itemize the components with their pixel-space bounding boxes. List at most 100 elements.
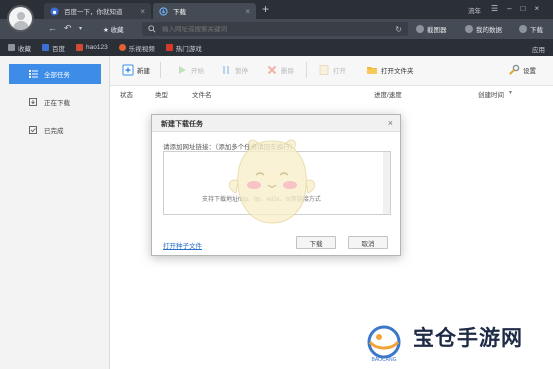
close-icon[interactable]: × [140, 7, 145, 16]
download-label: 下载 [530, 27, 543, 34]
bookmark-label: 热门游戏 [175, 45, 202, 53]
user-name[interactable]: 流年 [468, 5, 481, 15]
toolbar-divider [160, 62, 161, 78]
sidebar-item-label: 已完成 [44, 128, 64, 135]
favorites-button[interactable]: ★ 收藏 [103, 24, 124, 34]
open-folder-button[interactable]: 打开文件夹 [366, 64, 414, 76]
letv-icon [118, 44, 126, 51]
games-icon [165, 44, 173, 51]
screenshot-label: 截图器 [427, 27, 447, 34]
new-task-label: 新建 [137, 68, 150, 75]
bookmark-hao123[interactable]: hao123 [76, 44, 108, 51]
new-tab-button[interactable]: + [262, 2, 269, 16]
screenshot-button[interactable]: 截图器 [416, 24, 447, 34]
menu-icon[interactable]: ☰ [491, 4, 498, 13]
watermark-text: 宝仓手游网 [413, 325, 523, 350]
paw-icon [50, 6, 59, 16]
mascot-illustration [229, 139, 315, 224]
completed-icon [29, 126, 37, 134]
close-window-icon[interactable]: × [534, 4, 539, 13]
column-status[interactable]: 状态 [120, 89, 133, 99]
close-icon[interactable]: × [388, 118, 393, 128]
avatar[interactable] [7, 5, 34, 32]
wrench-icon [509, 64, 520, 75]
baidu-icon [42, 44, 49, 51]
column-progress[interactable]: 进度/速度 [374, 89, 402, 99]
settings-button[interactable]: 设置 [508, 64, 536, 76]
bookmark-label: 乐视视频 [128, 45, 155, 53]
start-label: 开始 [191, 68, 204, 75]
maximize-icon[interactable]: □ [521, 4, 526, 13]
bookmark-label: hao123 [86, 44, 108, 51]
delete-x-icon [267, 65, 277, 75]
new-task-button[interactable]: 新建 [122, 64, 150, 76]
new-file-icon [122, 64, 134, 76]
pause-button[interactable]: 暂停 [220, 64, 248, 76]
sidebar: 全部任务 正在下载 已完成 [0, 56, 110, 369]
tab-label: 百度一下，你就知道 [64, 9, 123, 16]
scrollbar[interactable] [383, 152, 390, 214]
tab-bar: 百度一下，你就知道 × 下载 × + 流年 ☰ – □ × [0, 0, 553, 19]
address-input[interactable] [162, 25, 382, 33]
sidebar-item-completed[interactable]: 已完成 [9, 120, 101, 140]
delete-label: 删除 [281, 68, 294, 75]
pause-icon [223, 66, 229, 74]
bookmark-label: 收藏 [18, 45, 31, 53]
toolbar: 新建 开始 暂停 删除 打开 打开文件夹 设置 [110, 56, 553, 86]
folder-icon [8, 44, 15, 51]
download-nav-button[interactable]: 下载 [519, 24, 543, 34]
sidebar-item-label: 全部任务 [44, 72, 70, 79]
sidebar-item-downloading[interactable]: 正在下载 [9, 92, 101, 112]
dialog-footer: 打开种子文件 下载 取消 [152, 232, 400, 256]
bookmark-letv[interactable]: 乐视视频 [118, 43, 155, 53]
folder-icon [367, 67, 377, 74]
address-bar[interactable]: ↻ [142, 22, 408, 36]
tab-label: 下载 [173, 9, 186, 16]
column-created[interactable]: 创建时间 [478, 89, 504, 99]
back-icon[interactable]: ← [48, 23, 57, 33]
column-filename[interactable]: 文件名 [192, 89, 212, 99]
bookmark-favorites[interactable]: 收藏 [8, 43, 31, 53]
list-icon [29, 70, 38, 78]
open-button[interactable]: 打开 [318, 64, 346, 76]
open-label: 打开 [333, 68, 346, 75]
downloading-icon [29, 98, 37, 106]
bookmark-games[interactable]: 热门游戏 [165, 43, 202, 53]
baocang-logo: BAOCANG [367, 325, 401, 363]
open-torrent-link[interactable]: 打开种子文件 [163, 240, 202, 250]
cloud-button[interactable]: 我的数据 [465, 24, 502, 34]
sidebar-item-all-tasks[interactable]: 全部任务 [9, 64, 101, 84]
settings-label: 设置 [523, 68, 536, 75]
dropdown-icon[interactable]: ▾ [79, 25, 82, 32]
favorites-label: 收藏 [110, 27, 124, 34]
download-button[interactable]: 下载 [296, 236, 336, 249]
tab-download[interactable]: 下载 × [153, 3, 256, 19]
sort-desc-icon[interactable]: ▼ [508, 90, 513, 96]
scissors-icon [416, 25, 424, 33]
open-folder-label: 打开文件夹 [381, 68, 414, 75]
cloud-label: 我的数据 [476, 27, 502, 34]
column-type[interactable]: 类型 [155, 89, 168, 99]
minimize-icon[interactable]: – [507, 4, 511, 13]
undo-icon[interactable]: ↶ [64, 23, 72, 34]
delete-button[interactable]: 删除 [266, 64, 294, 76]
logo-text: BAOCANG [371, 357, 396, 363]
table-header: 状态 类型 文件名 进度/速度 创建时间 ▼ [110, 86, 553, 100]
sidebar-item-label: 正在下载 [44, 100, 70, 107]
refresh-icon[interactable]: ↻ [395, 25, 402, 34]
tab-baidu[interactable]: 百度一下，你就知道 × [44, 3, 151, 19]
cloud-icon [465, 25, 473, 33]
cancel-button[interactable]: 取消 [348, 236, 388, 249]
start-button[interactable]: 开始 [176, 64, 204, 76]
bookmark-baidu[interactable]: 百度 [42, 43, 65, 53]
open-file-icon [319, 65, 329, 75]
pause-label: 暂停 [235, 68, 248, 75]
avatar-body [13, 21, 29, 30]
download-icon [519, 25, 527, 33]
dialog-title: 新建下载任务 [152, 115, 400, 132]
hao123-icon [76, 44, 83, 51]
bookmarks-bar: 收藏 百度 hao123 乐视视频 热门游戏 应用 [0, 39, 553, 56]
window-controls: ☰ – □ × [491, 4, 539, 13]
apps-button[interactable]: 应用 [532, 44, 545, 54]
close-icon[interactable]: × [245, 7, 250, 16]
